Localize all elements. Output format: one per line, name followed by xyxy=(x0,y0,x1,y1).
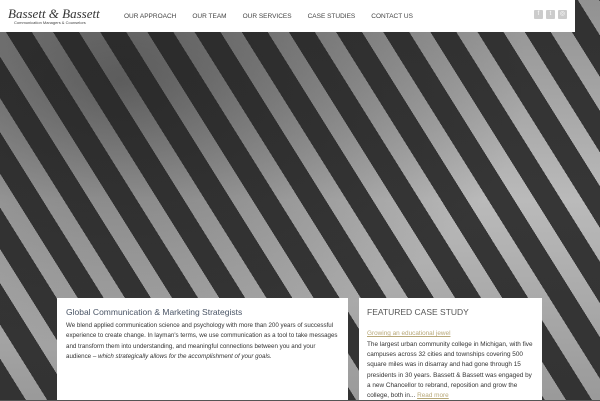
nav-our-team[interactable]: OUR TEAM xyxy=(192,13,226,20)
case-study-body: The largest urban community college in M… xyxy=(367,340,534,401)
featured-case-study-panel: FEATURED CASE STUDY Growing an education… xyxy=(359,298,542,400)
intro-title: Global Communication & Marketing Strateg… xyxy=(66,307,243,317)
case-study-text: The largest urban community college in M… xyxy=(367,341,533,400)
site-header: Bassett & Bassett Communication Managers… xyxy=(0,0,575,32)
nav-contact-us[interactable]: CONTACT US xyxy=(371,13,413,20)
facebook-icon[interactable]: f xyxy=(534,10,543,19)
case-study-link[interactable]: Growing an educational jewel xyxy=(367,330,450,337)
intro-panel: Global Communication & Marketing Strateg… xyxy=(57,298,348,400)
nav-our-services[interactable]: OUR SERVICES xyxy=(243,13,292,20)
read-more-link[interactable]: Read more xyxy=(417,392,449,399)
nav-our-approach[interactable]: OUR APPROACH xyxy=(124,13,176,20)
instagram-icon[interactable]: ◎ xyxy=(558,10,567,19)
logo[interactable]: Bassett & Bassett Communication Managers… xyxy=(8,7,108,25)
main-nav: OUR APPROACH OUR TEAM OUR SERVICES CASE … xyxy=(124,13,429,20)
intro-body: We blend applied communication science a… xyxy=(66,321,339,362)
social-links: f t ◎ xyxy=(534,10,567,19)
logo-name: Bassett & Bassett xyxy=(8,6,100,21)
case-study-heading: FEATURED CASE STUDY xyxy=(367,307,469,317)
intro-emphasis: which strategically allows for the accom… xyxy=(98,352,272,360)
nav-case-studies[interactable]: CASE STUDIES xyxy=(308,13,356,20)
twitter-icon[interactable]: t xyxy=(546,10,555,19)
